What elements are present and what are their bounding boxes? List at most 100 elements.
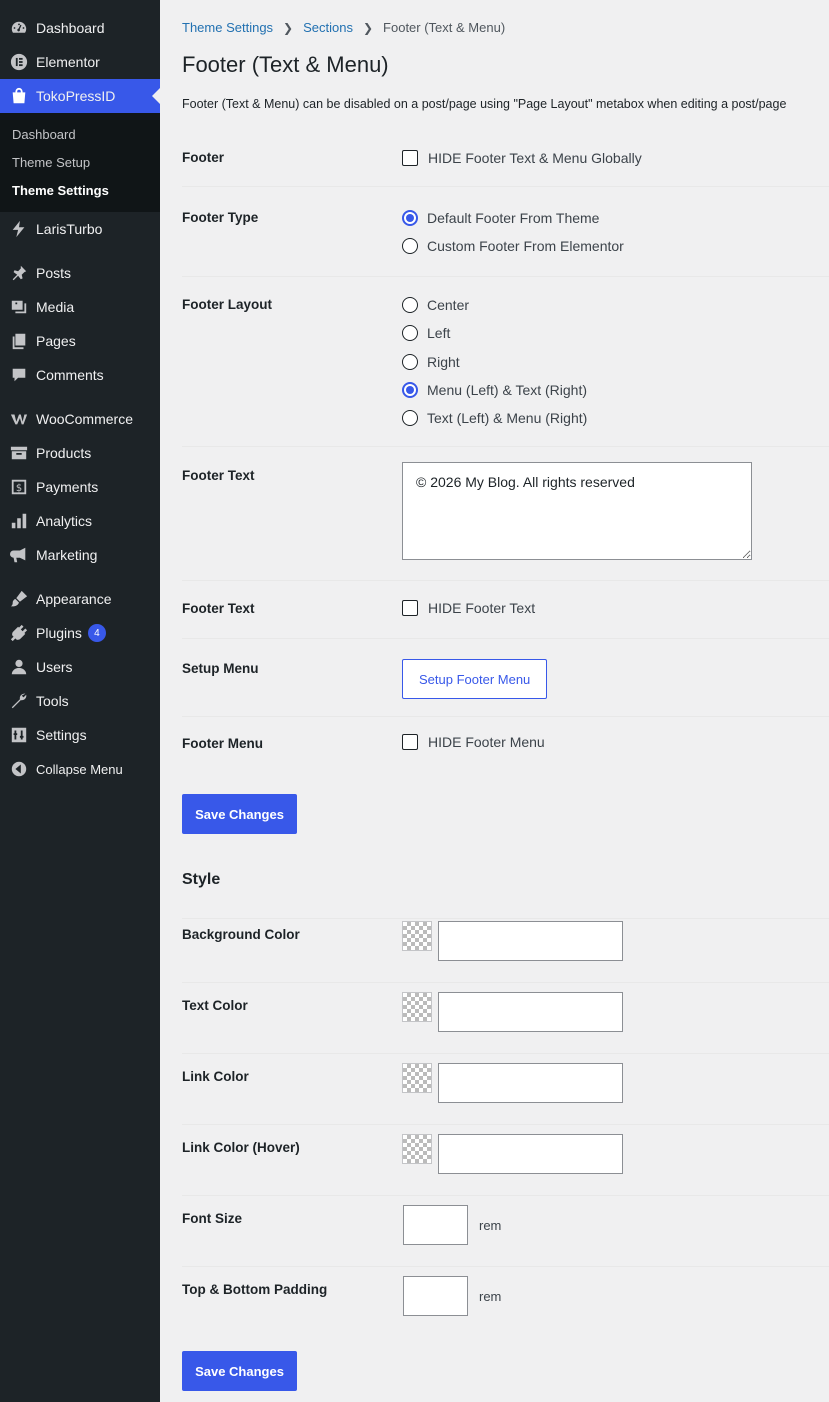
sidebar-item-tools[interactable]: Tools <box>0 684 160 718</box>
radio-layout-right[interactable]: Right <box>402 352 587 372</box>
sidebar-item-tokopressid[interactable]: TokoPressID <box>0 79 160 113</box>
sidebar-item-label: Analytics <box>36 513 93 529</box>
radio-button[interactable] <box>402 410 418 427</box>
checkbox-box[interactable] <box>402 600 418 616</box>
sidebar-item-label: Media <box>36 299 75 315</box>
sidebar-item-users[interactable]: Users <box>0 650 160 684</box>
sidebar-item-laristurbo[interactable]: LarisTurbo <box>0 212 160 246</box>
sidebar-item-products[interactable]: Products <box>0 436 160 470</box>
sidebar-item-media[interactable]: Media <box>0 290 160 324</box>
sidebar-item-marketing[interactable]: Marketing <box>0 538 160 572</box>
sidebar-item-label: Tools <box>36 693 69 709</box>
checkbox-label: HIDE Footer Text & Menu Globally <box>428 150 642 166</box>
sidebar-item-plugins[interactable]: Plugins 4 <box>0 616 160 650</box>
sidebar-item-posts[interactable]: Posts <box>0 256 160 290</box>
background-color-input[interactable] <box>438 921 623 961</box>
plugins-update-count-badge: 4 <box>87 624 106 642</box>
radio-layout-center[interactable]: Center <box>402 295 587 315</box>
sidebar-item-label: TokoPressID <box>36 88 116 104</box>
divider <box>182 186 829 187</box>
sidebar-item-label: Elementor <box>36 54 100 70</box>
pages-icon <box>9 331 29 351</box>
text-color-swatch[interactable] <box>402 992 432 1022</box>
hide-footer-text-checkbox[interactable]: HIDE Footer Text <box>402 598 535 618</box>
sidebar-collapse-menu[interactable]: Collapse Menu <box>0 752 160 786</box>
sidebar-item-appearance[interactable]: Appearance <box>0 582 160 616</box>
admin-sidebar: Dashboard Elementor TokoPressID Dashboar… <box>0 0 160 1402</box>
text-color-input[interactable] <box>438 992 623 1032</box>
sidebar-item-pages[interactable]: Pages <box>0 324 160 358</box>
background-color-label: Background Color <box>182 927 300 942</box>
radio-layout-left[interactable]: Left <box>402 323 587 343</box>
sidebar-item-elementor[interactable]: Elementor <box>0 45 160 79</box>
sidebar-item-analytics[interactable]: Analytics <box>0 504 160 538</box>
turbo-icon <box>9 219 29 239</box>
padding-unit: rem <box>479 1288 502 1304</box>
radio-button[interactable] <box>402 238 418 255</box>
plug-icon <box>9 623 29 643</box>
footer-text-label: Footer Text <box>182 468 255 483</box>
checkbox-label: HIDE Footer Menu <box>428 734 545 750</box>
radio-label: Custom Footer From Elementor <box>427 238 624 255</box>
submenu-item-theme-setup[interactable]: Theme Setup <box>0 148 160 176</box>
save-changes-style-button[interactable]: Save Changes <box>182 1351 297 1391</box>
radio-layout-text-left-menu-right[interactable]: Text (Left) & Menu (Right) <box>402 408 587 428</box>
archive-icon <box>9 443 29 463</box>
link-color-swatch[interactable] <box>402 1063 432 1093</box>
background-color-swatch[interactable] <box>402 921 432 951</box>
divider <box>182 446 829 447</box>
save-changes-button[interactable]: Save Changes <box>182 794 297 834</box>
text-color-label: Text Color <box>182 998 248 1013</box>
link-color-hover-swatch[interactable] <box>402 1134 432 1164</box>
sidebar-item-label: Users <box>36 659 73 675</box>
hide-footer-menu-checkbox[interactable]: HIDE Footer Menu <box>402 732 545 752</box>
chevron-right-icon: ❯ <box>362 20 374 35</box>
breadcrumb-sections[interactable]: Sections <box>303 20 353 35</box>
checkbox-box[interactable] <box>402 150 418 166</box>
pin-icon <box>9 263 29 283</box>
radio-button-selected[interactable] <box>402 210 418 226</box>
radio-button[interactable] <box>402 325 418 342</box>
padding-label: Top & Bottom Padding <box>182 1282 328 1297</box>
submenu-item-theme-settings[interactable]: Theme Settings <box>0 176 160 204</box>
link-color-input[interactable] <box>438 1063 623 1103</box>
user-icon <box>9 657 29 677</box>
radio-layout-menu-left-text-right[interactable]: Menu (Left) & Text (Right) <box>402 380 587 400</box>
link-color-hover-input[interactable] <box>438 1134 623 1174</box>
font-size-input[interactable] <box>403 1205 468 1245</box>
sidebar-item-label: WooCommerce <box>36 411 133 427</box>
submenu-label: Theme Setup <box>12 154 91 170</box>
radio-custom-footer-elementor[interactable]: Custom Footer From Elementor <box>402 236 624 256</box>
sidebar-item-dashboard[interactable]: Dashboard <box>0 11 160 45</box>
style-section-title: Style <box>182 871 221 888</box>
padding-input[interactable] <box>403 1276 468 1316</box>
divider <box>182 1124 829 1125</box>
radio-label: Menu (Left) & Text (Right) <box>427 381 588 398</box>
divider <box>182 918 829 919</box>
setup-footer-menu-button[interactable]: Setup Footer Menu <box>402 659 548 699</box>
radio-button[interactable] <box>402 297 418 313</box>
divider <box>182 1195 829 1196</box>
sidebar-item-label: Dashboard <box>36 20 105 36</box>
link-color-hover-label: Link Color (Hover) <box>182 1140 300 1155</box>
radio-default-footer[interactable]: Default Footer From Theme <box>402 208 624 228</box>
sidebar-item-payments[interactable]: $ Payments <box>0 470 160 504</box>
hide-footer-globally-checkbox[interactable]: HIDE Footer Text & Menu Globally <box>402 148 642 168</box>
page-title: Footer (Text & Menu) <box>182 52 389 77</box>
shopping-bag-icon <box>9 86 29 106</box>
radio-button-selected[interactable] <box>402 381 418 398</box>
breadcrumb-current: Footer (Text & Menu) <box>383 20 506 35</box>
sidebar-item-woocommerce[interactable]: WooCommerce <box>0 402 160 436</box>
divider <box>182 638 829 639</box>
radio-button[interactable] <box>402 353 418 370</box>
sidebar-item-settings[interactable]: Settings <box>0 718 160 752</box>
breadcrumb-theme-settings[interactable]: Theme Settings <box>182 20 273 35</box>
submenu-label: Theme Settings <box>12 182 109 198</box>
chevron-right-icon: ❯ <box>283 20 294 35</box>
sidebar-item-label: Plugins <box>36 625 82 641</box>
sidebar-item-comments[interactable]: Comments <box>0 358 160 392</box>
checkbox-box[interactable] <box>402 734 418 750</box>
submenu-item-dashboard[interactable]: Dashboard <box>0 120 160 148</box>
tokopressid-submenu: Dashboard Theme Setup Theme Settings <box>0 113 160 212</box>
footer-text-textarea[interactable]: © 2026 My Blog. All rights reserved <box>402 462 752 560</box>
